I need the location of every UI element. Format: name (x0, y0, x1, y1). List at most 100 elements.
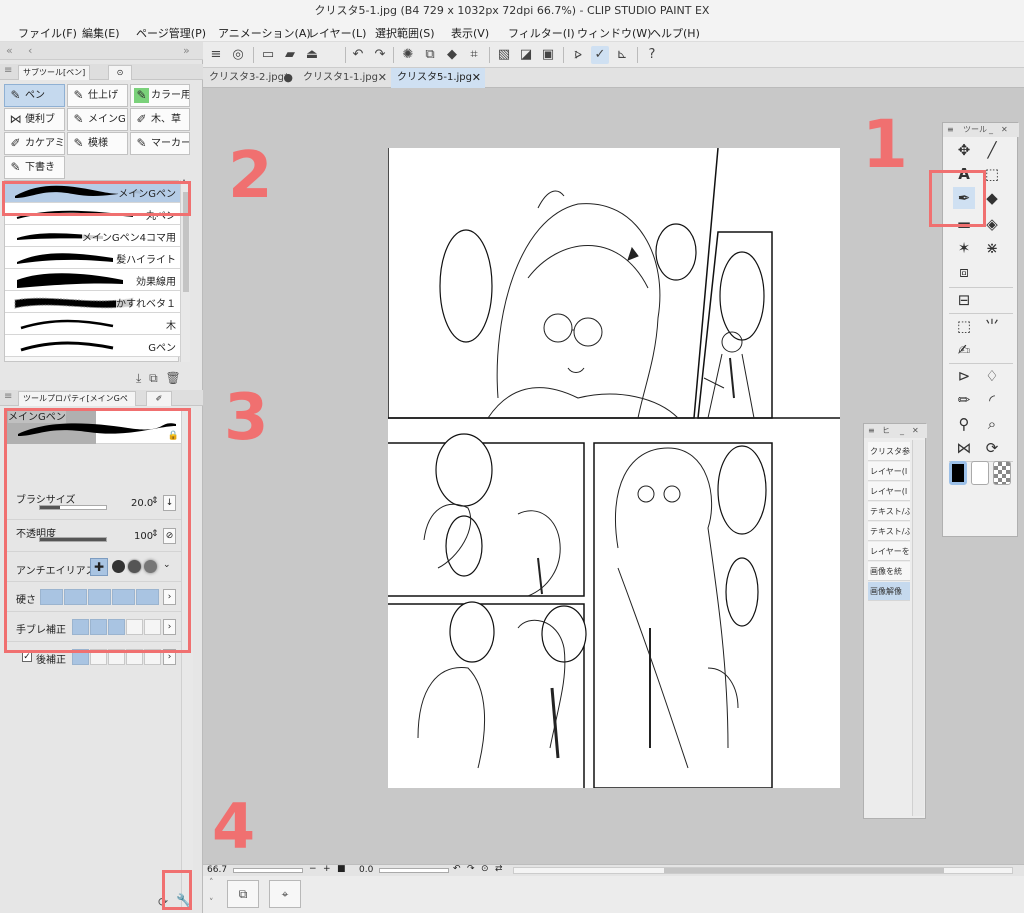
chevron-down-icon[interactable]: ˅ (209, 898, 214, 908)
redo-icon[interactable]: ↷ (371, 46, 389, 64)
effect-line-icon[interactable]: ✶ (953, 237, 975, 259)
collapse-right-icon[interactable]: » (183, 44, 190, 57)
subtool-group-color[interactable]: ✎ カラー用 (130, 84, 190, 107)
import-icon[interactable]: ⤓ (136, 371, 141, 385)
history-item[interactable]: テキスト/ぶ (868, 522, 910, 541)
subtool-group-hatching[interactable]: ✐ カケアミ (4, 132, 65, 155)
tab-doc-1[interactable]: クリスタ3-2.jpg* ● (203, 68, 297, 88)
history-item[interactable]: レイヤー(I (868, 462, 910, 481)
reset-rotation-icon[interactable]: ⊙ (481, 864, 489, 874)
crop-icon[interactable]: ⌗ (465, 46, 483, 64)
menu-view[interactable]: 表示(V) (451, 25, 489, 41)
minimize-icon[interactable]: _ (900, 424, 904, 438)
tab-doc-3[interactable]: クリスタ5-1.jpg ✕ (391, 68, 485, 88)
history-item[interactable]: テキスト/ぶ (868, 502, 910, 521)
panel-menu-icon[interactable]: ≡ (4, 391, 12, 402)
post-correction-checkbox[interactable]: ✓ (22, 652, 32, 662)
menu-file[interactable]: ファイル(F) (18, 25, 77, 41)
blend-icon[interactable]: ◜ (981, 389, 1003, 411)
frame-icon[interactable]: ⧈ (953, 261, 975, 283)
history-item[interactable]: レイヤーを (868, 542, 910, 561)
sub-color-swatch[interactable] (971, 461, 989, 485)
tab-subtool-2[interactable]: ⊙ (108, 65, 132, 80)
minimize-icon[interactable]: _ (989, 123, 993, 137)
brush-item-kasure-beta[interactable]: かすれベタ１ (5, 291, 180, 313)
selection-off-icon[interactable]: ▧ (495, 46, 513, 64)
rotation-slider[interactable] (379, 868, 449, 873)
chevron-left-icon[interactable]: ‹ (28, 44, 32, 57)
subtool-group-tree[interactable]: ✐ 木、草 (130, 108, 190, 131)
manga-page[interactable] (388, 148, 840, 788)
brush-item-g-pen[interactable]: Gペン (5, 335, 180, 357)
open-folder-icon[interactable]: ▰ (281, 46, 299, 64)
menu-filter[interactable]: フィルター(I) (508, 25, 575, 41)
selection-border-icon[interactable]: ▣ (539, 46, 557, 64)
zoom-slider[interactable] (233, 868, 303, 873)
line-icon[interactable]: ╱ (981, 139, 1003, 161)
rotate-right-icon[interactable]: ↷ (467, 864, 475, 874)
tab-subtool[interactable]: サブツール[ペン] (18, 65, 91, 80)
menu-selection[interactable]: 選択範囲(S) (375, 25, 435, 41)
menu-layer[interactable]: レイヤー(L) (308, 25, 366, 41)
navigator-button[interactable]: ⌖ (269, 880, 301, 908)
close-icon[interactable]: ✕ (472, 68, 481, 88)
brush-tool-icon[interactable]: ✍ (953, 339, 975, 361)
panel-menu-icon[interactable]: ≡ (947, 123, 954, 137)
scroll-thumb[interactable] (664, 868, 944, 873)
subtool-group-main-g[interactable]: ✎ メインG (67, 108, 128, 131)
move-icon[interactable]: ✥ (953, 139, 975, 161)
chevron-up-icon[interactable]: ˄ (209, 878, 214, 888)
brush-item-tree[interactable]: 木 (5, 313, 180, 335)
close-icon[interactable]: ✕ (378, 68, 387, 88)
snap-grid-icon[interactable]: ⊾ (613, 46, 631, 64)
clip-studio-icon[interactable]: ◎ (229, 46, 247, 64)
zoom-in-icon[interactable]: + (323, 864, 331, 874)
history-item[interactable]: 画像を統 (868, 562, 910, 581)
brush-item-main-g-4koma[interactable]: メインGペン4コマ用 (5, 225, 180, 247)
subtool-group-pen[interactable]: ✎ ペン (4, 84, 65, 107)
pencil-icon[interactable]: ✏ (953, 389, 975, 411)
ribbon-icon[interactable]: ⋈ (953, 437, 975, 459)
history-item[interactable]: レイヤー(I (868, 482, 910, 501)
snap-special-ruler-icon[interactable]: ✓ (591, 46, 609, 64)
ruler-icon[interactable]: ⊟ (953, 289, 975, 311)
menu-icon[interactable]: ≡ (207, 46, 225, 64)
panel-menu-icon[interactable]: ≡ (4, 65, 12, 76)
menu-help[interactable]: ヘルプ(H) (650, 25, 700, 41)
horizontal-scrollbar[interactable] (513, 867, 1013, 874)
history-item[interactable]: 画像解像 (868, 582, 910, 601)
zoom-icon[interactable]: ⌕ (981, 413, 1003, 435)
history-item[interactable]: クリスタ参 (868, 442, 910, 461)
tab-tool-property[interactable]: ツールプロパティ[メインGペン] (18, 391, 136, 417)
eyedropper-icon[interactable]: ⚲ (953, 413, 975, 435)
save-icon[interactable]: ⏏ (303, 46, 321, 64)
rotate-icon[interactable]: ⟳ (981, 437, 1003, 459)
menu-edit[interactable]: 編集(E) (82, 25, 120, 41)
tab-doc-2[interactable]: クリスタ1-1.jpg ✕ (297, 68, 391, 88)
selection-rect-icon[interactable]: ⬚ (953, 315, 975, 337)
panel-menu-icon[interactable]: ≡ (868, 424, 875, 438)
subtool-group-finish[interactable]: ✎ 仕上げ (67, 84, 128, 107)
tab-brush-shape[interactable]: ✐ (146, 391, 172, 406)
grass-icon[interactable]: ⺌ (981, 315, 1003, 337)
help-icon[interactable]: ? (643, 46, 661, 64)
clear-icon[interactable]: ✺ (399, 46, 417, 64)
decoration-icon[interactable]: ♢ (981, 365, 1003, 387)
close-icon[interactable]: ✕ (912, 424, 919, 438)
subtool-group-draft[interactable]: ✎ 下書き (4, 156, 65, 179)
fill-icon[interactable]: ◆ (443, 46, 461, 64)
brush-item-effect-line[interactable]: 効果線用 (5, 269, 180, 291)
mini-panel-scrollbar[interactable] (912, 440, 924, 816)
rotate-left-icon[interactable]: ↶ (453, 864, 461, 874)
transparent-swatch[interactable] (993, 461, 1011, 485)
subtool-group-handy[interactable]: ⋈ 便利ブ (4, 108, 65, 131)
menu-animation[interactable]: アニメーション(A) (218, 25, 311, 41)
zoom-value[interactable]: 66.7 (207, 865, 227, 875)
transform-icon[interactable]: ⧉ (421, 46, 439, 64)
menu-page[interactable]: ページ管理(P) (136, 25, 206, 41)
flip-icon[interactable]: ⇄ (495, 864, 503, 874)
subtool-group-marker[interactable]: ✎ マーカー (130, 132, 190, 155)
zoom-out-icon[interactable]: − (309, 864, 317, 874)
fit-icon[interactable]: ■ (337, 864, 346, 874)
new-file-icon[interactable]: ▭ (259, 46, 277, 64)
